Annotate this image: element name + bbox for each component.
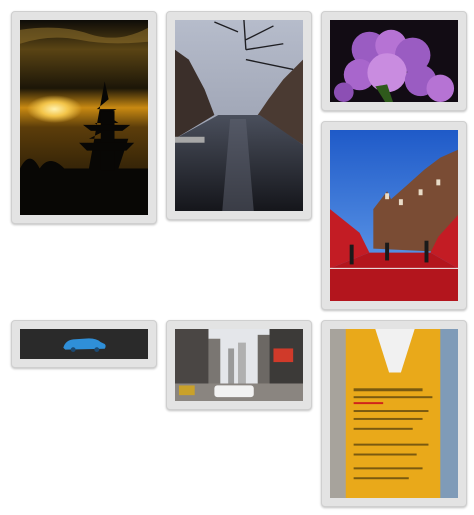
photo-red-carpet-building xyxy=(330,130,458,301)
photo-blue-car xyxy=(20,329,148,359)
photo-card-blue-car[interactable] xyxy=(11,320,157,368)
photo-purple-flowers xyxy=(330,20,458,102)
photo-card-pagoda-sunset[interactable] xyxy=(11,11,157,224)
photo-canal-street xyxy=(175,20,303,211)
photo-card-city-traffic[interactable] xyxy=(166,320,312,410)
photo-pagoda-sunset xyxy=(20,20,148,215)
photo-city-traffic xyxy=(175,329,303,401)
photo-card-yellow-package[interactable] xyxy=(321,320,467,507)
photo-card-canal-street[interactable] xyxy=(166,11,312,220)
photo-yellow-package xyxy=(330,329,458,498)
photo-card-red-carpet-building[interactable] xyxy=(321,121,467,310)
photo-card-purple-flowers[interactable] xyxy=(321,11,467,111)
